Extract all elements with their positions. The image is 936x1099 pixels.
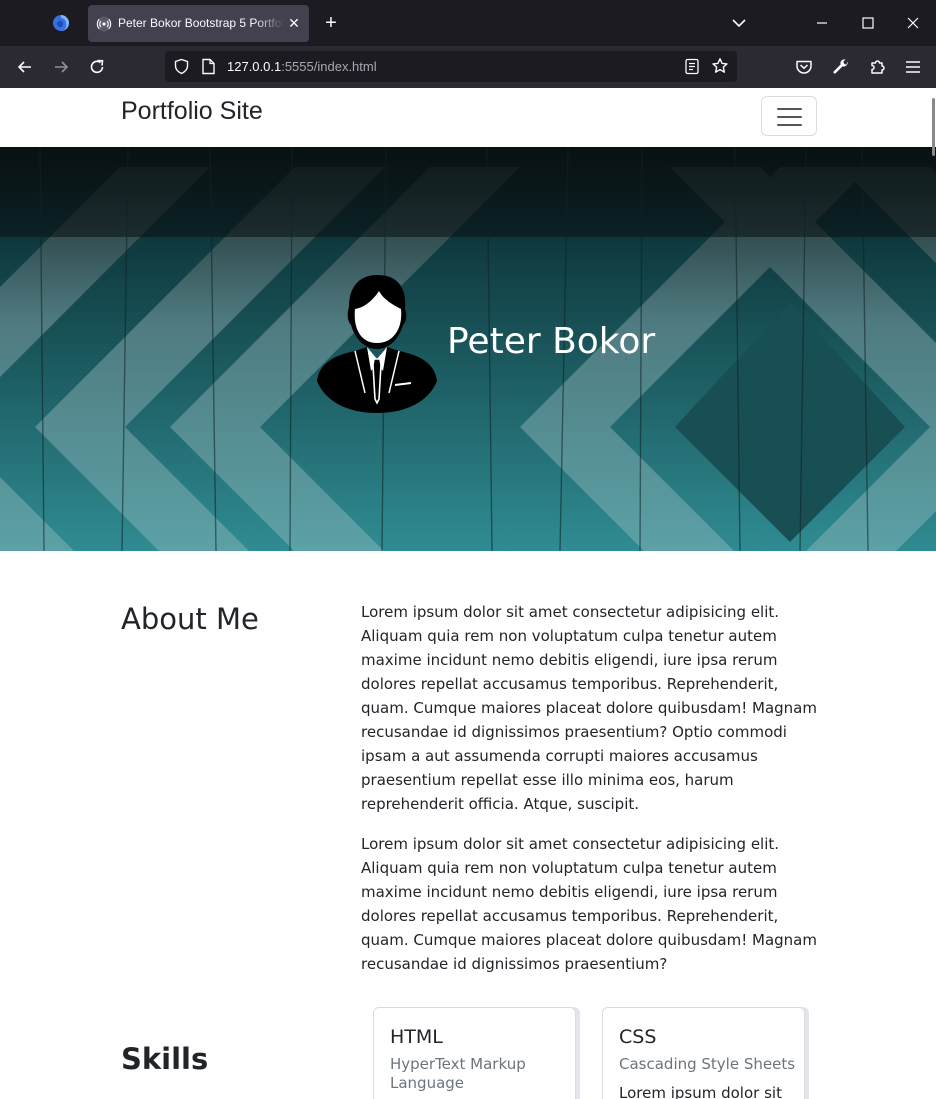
tab-bar: Peter Bokor Bootstrap 5 Portfolio ✕ + (0, 0, 936, 46)
skills-heading: Skills (121, 1042, 209, 1076)
tab-active[interactable]: Peter Bokor Bootstrap 5 Portfolio ✕ (88, 5, 309, 42)
arrow-left-icon[interactable] (15, 57, 35, 77)
hero-name: Peter Bokor (447, 321, 656, 362)
bookmark-star-icon[interactable] (711, 57, 729, 75)
address-bar[interactable]: 127.0.0.1:5555/index.html (165, 51, 737, 82)
about-heading: About Me (121, 602, 259, 636)
page-icon[interactable] (201, 58, 216, 75)
browser-toolbar: 127.0.0.1:5555/index.html (0, 46, 936, 88)
arrow-right-icon[interactable] (51, 57, 71, 77)
reader-view-icon[interactable] (684, 58, 700, 75)
minimize-icon[interactable] (808, 10, 836, 36)
toggler-line (777, 116, 802, 118)
browser-window: Peter Bokor Bootstrap 5 Portfolio ✕ + 12… (0, 0, 936, 1099)
skill-card-title: CSS (619, 1026, 657, 1048)
chevron-down-icon[interactable] (730, 14, 748, 32)
extensions-icon[interactable] (868, 57, 888, 77)
tab-title-fade (254, 11, 284, 37)
pocket-icon[interactable] (794, 57, 814, 77)
page-viewport: Portfolio Site Peter Bokor About Me Lore… (0, 88, 936, 1099)
toggler-line (777, 108, 802, 110)
skill-card-title: HTML (390, 1026, 443, 1048)
about-paragraph: Lorem ipsum dolor sit amet consectetur a… (361, 835, 817, 973)
broadcast-icon (96, 16, 112, 32)
navbar-toggler-button[interactable] (761, 96, 817, 136)
url-text[interactable]: 127.0.0.1:5555/index.html (227, 59, 377, 74)
page-scrollbar[interactable] (932, 98, 935, 156)
url-host: 127.0.0.1 (227, 59, 282, 74)
site-navbar: Portfolio Site (0, 88, 936, 147)
skill-card-subtitle: Cascading Style Sheets (619, 1055, 796, 1073)
skill-card-html: HTML HyperText Markup Language (373, 1007, 576, 1099)
businessman-avatar-icon (317, 275, 437, 413)
skill-card-css: CSS Cascading Style Sheets Lorem ipsum d… (602, 1007, 805, 1099)
close-tab-icon[interactable]: ✕ (286, 15, 302, 31)
wrench-icon[interactable] (831, 57, 851, 77)
window-close-icon[interactable] (899, 10, 927, 36)
about-paragraph: Lorem ipsum dolor sit amet consectetur a… (361, 603, 817, 813)
url-path: :5555/index.html (281, 59, 377, 74)
reload-icon[interactable] (87, 57, 107, 77)
shield-icon[interactable] (173, 58, 190, 75)
skill-card-subtitle: HyperText Markup Language (390, 1055, 526, 1092)
firefox-icon[interactable] (52, 14, 70, 32)
new-tab-button[interactable]: + (320, 12, 342, 34)
hero-banner: Peter Bokor (0, 147, 936, 551)
maximize-icon[interactable] (854, 10, 882, 36)
navbar-brand[interactable]: Portfolio Site (121, 97, 263, 126)
toggler-line (777, 124, 802, 126)
skill-card-text: Lorem ipsum dolor sit (619, 1084, 782, 1099)
hamburger-icon[interactable] (903, 57, 923, 77)
